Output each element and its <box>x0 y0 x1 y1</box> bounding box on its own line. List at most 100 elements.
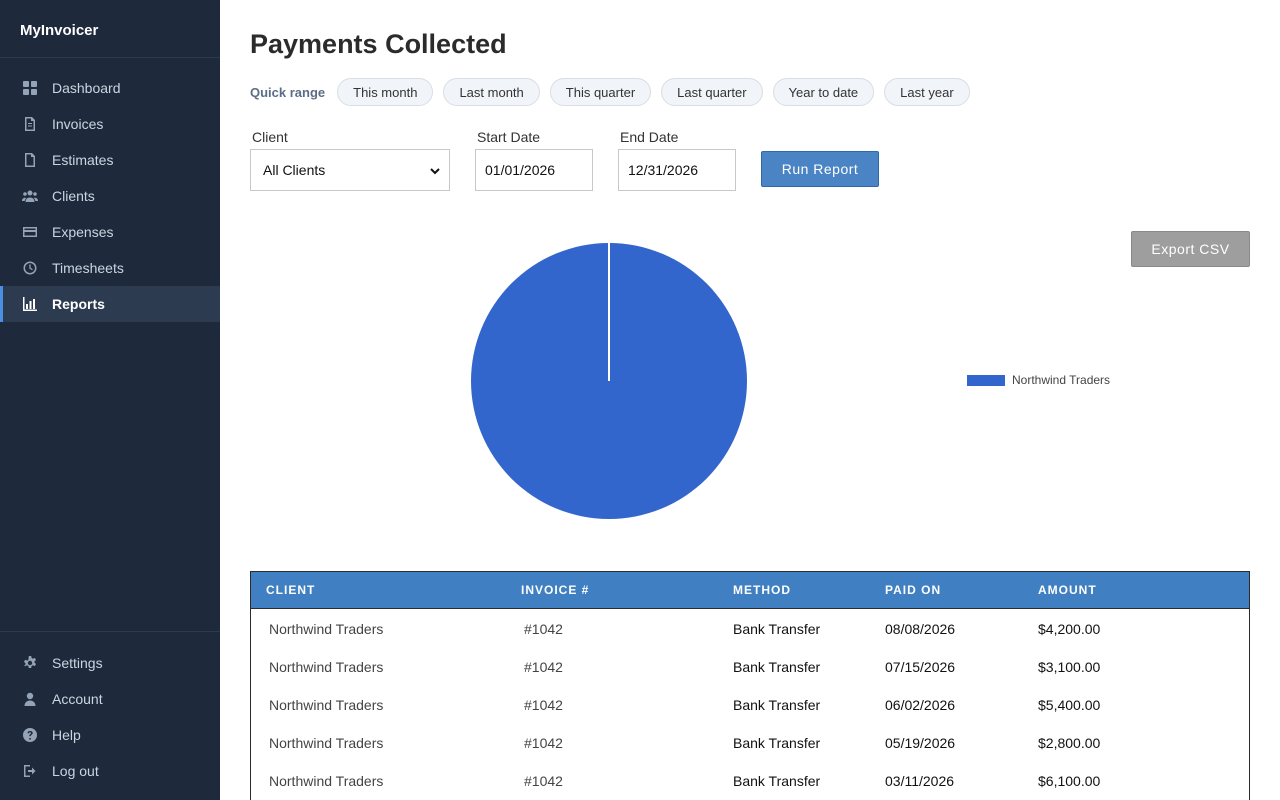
sidebar-item-expenses[interactable]: Expenses <box>0 214 220 250</box>
legend-label: Northwind Traders <box>1012 373 1111 387</box>
client-filter-label: Client <box>252 129 288 145</box>
sidebar-item-label: Help <box>52 727 81 743</box>
cell-paid-on: 06/02/2026 <box>885 697 956 713</box>
dashboard-icon <box>20 78 40 98</box>
sidebar-item-reports[interactable]: Reports <box>0 286 220 322</box>
sidebar-item-invoices[interactable]: Invoices <box>0 106 220 142</box>
cell-method: Bank Transfer <box>733 773 821 789</box>
cell-invoice: #1042 <box>524 773 563 789</box>
sidebar-item-label: Reports <box>52 296 105 312</box>
quick-range-label: Quick range <box>250 84 326 100</box>
sidebar-item-label: Log out <box>52 763 99 779</box>
export-csv-button[interactable]: Export CSV <box>1131 231 1250 267</box>
cell-method: Bank Transfer <box>733 621 821 637</box>
cell-method: Bank Transfer <box>733 697 821 713</box>
start-date-label: Start Date <box>477 129 541 145</box>
start-date-input[interactable]: 01/01/2026 <box>475 149 593 191</box>
cell-invoice: #1042 <box>524 697 563 713</box>
sidebar: MyInvoicer Dashboard Invoices Estimates … <box>0 0 220 800</box>
column-header-paid-on[interactable]: PAID ON <box>885 583 1038 597</box>
credit-card-icon <box>20 222 40 242</box>
sidebar-item-account[interactable]: Account <box>0 681 220 717</box>
table-row[interactable]: Northwind Traders #1042 Bank Transfer 03… <box>251 762 1249 800</box>
end-date-label: End Date <box>620 129 679 145</box>
cell-amount: $6,100.00 <box>1038 773 1101 789</box>
sidebar-item-label: Dashboard <box>52 80 121 96</box>
sidebar-item-label: Expenses <box>52 224 114 240</box>
sidebar-item-help[interactable]: Help <box>0 717 220 753</box>
cell-client: Northwind Traders <box>269 621 384 637</box>
pie-chart-svg <box>471 243 747 519</box>
table-row[interactable]: Northwind Traders #1042 Bank Transfer 05… <box>251 724 1249 762</box>
quick-range-this-quarter[interactable]: This quarter <box>549 78 652 106</box>
cell-method: Bank Transfer <box>733 735 821 751</box>
table-row[interactable]: Northwind Traders #1042 Bank Transfer 06… <box>251 686 1249 724</box>
payments-pie-chart <box>469 241 749 521</box>
table-header-row: CLIENT INVOICE # METHOD PAID ON AMOUNT <box>251 572 1249 609</box>
main-content: Payments Collected Quick range This mont… <box>250 0 1250 800</box>
client-select[interactable]: All Clients <box>250 149 450 191</box>
help-icon <box>20 725 40 745</box>
quick-range-last-month[interactable]: Last month <box>443 78 540 106</box>
chevron-down-icon <box>429 164 441 180</box>
cell-amount: $2,800.00 <box>1038 735 1101 751</box>
column-header-method[interactable]: METHOD <box>733 583 885 597</box>
logout-icon <box>20 761 40 781</box>
sidebar-item-label: Settings <box>52 655 103 671</box>
sidebar-nav: Dashboard Invoices Estimates Clients Exp… <box>0 58 220 322</box>
app-logo[interactable]: MyInvoicer <box>0 0 220 58</box>
cell-paid-on: 07/15/2026 <box>885 659 956 675</box>
cell-client: Northwind Traders <box>269 773 384 789</box>
invoice-icon <box>20 114 40 134</box>
cell-paid-on: 05/19/2026 <box>885 735 956 751</box>
sidebar-item-logout[interactable]: Log out <box>0 753 220 789</box>
sidebar-item-settings[interactable]: Settings <box>0 645 220 681</box>
quick-range-bar: Quick range This month Last month This q… <box>250 78 980 106</box>
column-header-invoice[interactable]: INVOICE # <box>521 583 733 597</box>
sidebar-item-label: Timesheets <box>52 260 124 276</box>
table-row[interactable]: Northwind Traders #1042 Bank Transfer 08… <box>251 610 1249 648</box>
sidebar-item-clients[interactable]: Clients <box>0 178 220 214</box>
sidebar-item-timesheets[interactable]: Timesheets <box>0 250 220 286</box>
table-body: Northwind Traders #1042 Bank Transfer 08… <box>251 609 1249 800</box>
column-header-amount[interactable]: AMOUNT <box>1038 583 1218 597</box>
legend-swatch <box>967 374 1005 386</box>
sidebar-item-label: Invoices <box>52 116 104 132</box>
cell-client: Northwind Traders <box>269 659 384 675</box>
chart-legend: Northwind Traders <box>967 373 1110 387</box>
clock-icon <box>20 258 40 278</box>
table-row[interactable]: Northwind Traders #1042 Bank Transfer 07… <box>251 648 1249 686</box>
cell-invoice: #1042 <box>524 659 563 675</box>
cell-client: Northwind Traders <box>269 697 384 713</box>
cell-amount: $5,400.00 <box>1038 697 1101 713</box>
sidebar-item-label: Account <box>52 691 103 707</box>
run-report-button[interactable]: Run Report <box>761 151 879 187</box>
cell-invoice: #1042 <box>524 621 563 637</box>
payments-table: CLIENT INVOICE # METHOD PAID ON AMOUNT N… <box>250 571 1250 800</box>
sidebar-bottom-nav: Settings Account Help Log out <box>0 631 220 789</box>
user-icon <box>20 689 40 709</box>
sidebar-item-dashboard[interactable]: Dashboard <box>0 70 220 106</box>
quick-range-last-year[interactable]: Last year <box>884 78 970 106</box>
gear-icon <box>20 653 40 673</box>
column-header-client[interactable]: CLIENT <box>251 583 521 597</box>
cell-amount: $3,100.00 <box>1038 659 1101 675</box>
end-date-input[interactable]: 12/31/2026 <box>618 149 736 191</box>
users-icon <box>20 186 40 206</box>
cell-client: Northwind Traders <box>269 735 384 751</box>
client-select-value: All Clients <box>263 162 326 178</box>
cell-paid-on: 08/08/2026 <box>885 621 956 637</box>
cell-amount: $4,200.00 <box>1038 621 1101 637</box>
cell-paid-on: 03/11/2026 <box>885 773 955 789</box>
cell-method: Bank Transfer <box>733 659 821 675</box>
sidebar-item-label: Clients <box>52 188 95 204</box>
page-title: Payments Collected <box>250 29 507 59</box>
sidebar-item-estimates[interactable]: Estimates <box>0 142 220 178</box>
quick-range-year-to-date[interactable]: Year to date <box>772 78 875 106</box>
bar-chart-icon <box>20 294 40 314</box>
sidebar-item-label: Estimates <box>52 152 114 168</box>
quick-range-last-quarter[interactable]: Last quarter <box>661 78 763 106</box>
quick-range-this-month[interactable]: This month <box>337 78 434 106</box>
document-icon <box>20 150 40 170</box>
cell-invoice: #1042 <box>524 735 563 751</box>
